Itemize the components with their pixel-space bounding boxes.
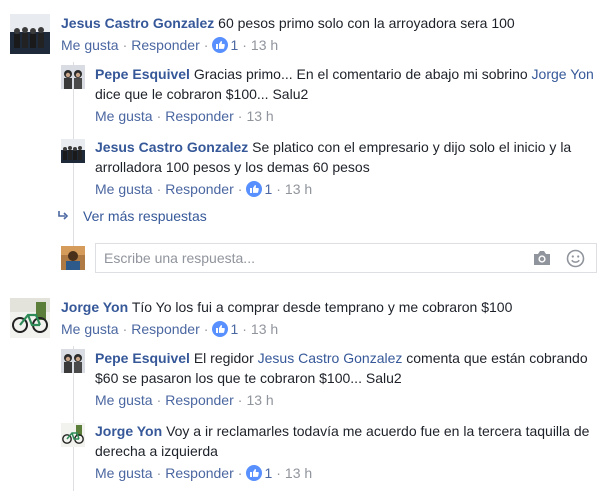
mention-link[interactable]: Jesus Castro Gonzalez [258,350,403,366]
reply-button[interactable]: Responder [165,465,234,481]
camera-icon[interactable] [532,250,552,269]
separator-dot: · [156,181,162,197]
comment-body: dice que le cobraron $100... Salu2 [95,86,309,102]
comment-actions: Me gusta · Responder · 1 · 13 h [95,465,312,481]
like-button[interactable]: Me gusta [95,108,153,124]
comment-actions: Me gusta · Responder · 13 h [95,108,274,124]
separator-dot: · [122,321,128,337]
like-button[interactable]: Me gusta [61,321,119,337]
separator-dot: · [156,392,162,408]
person-avatar-icon [61,246,85,270]
comment-body: 60 pesos primo solo con la arroyadora se… [218,15,515,31]
reply-button[interactable]: Responder [165,181,234,197]
like-count[interactable]: 1 [264,181,272,197]
timestamp[interactable]: 13 h [246,392,273,408]
separator-dot: · [276,181,281,197]
like-count[interactable]: 1 [230,321,238,337]
comment-text: Pepe Esquivel El regidor Jesus Castro Go… [95,348,595,388]
separator-dot: · [203,321,209,337]
timestamp[interactable]: 13 h [246,108,273,124]
comment-body: Gracias primo... En el comentario de aba… [193,66,532,82]
comment-body: Tío Yo los fui a comprar desde temprano … [131,299,513,315]
reply-button[interactable]: Responder [131,321,200,337]
group-photo-avatar-icon [10,14,50,54]
current-user-avatar [61,246,85,270]
reply-arrow-icon [57,208,69,224]
avatar[interactable] [10,298,50,338]
comment-actions: Me gusta · Responder · 13 h [95,392,274,408]
separator-dot: · [237,392,243,408]
comment-author[interactable]: Pepe Esquivel [95,350,190,366]
avatar[interactable] [10,14,50,54]
comment-text: Jesus Castro Gonzalez 60 pesos primo sol… [61,13,596,33]
separator-dot: · [242,321,247,337]
thread-line [73,62,74,270]
separator-dot: · [156,108,162,124]
reply-input-placeholder: Escribe una respuesta... [104,250,255,266]
thumbs-up-icon[interactable] [212,321,229,337]
separator-dot: · [276,465,281,481]
comment-author[interactable]: Jesus Castro Gonzalez [61,15,214,31]
comment-author[interactable]: Jorge Yon [61,299,128,315]
separator-dot: · [237,465,243,481]
comment-author[interactable]: Pepe Esquivel [95,66,190,82]
emoji-icon[interactable] [566,249,585,271]
separator-dot: · [237,108,243,124]
comment-text: Jesus Castro Gonzalez Se platico con el … [95,137,595,177]
thumbs-up-icon[interactable] [246,181,263,197]
group-photo-avatar-icon [61,139,85,163]
mention-link[interactable]: Jorge Yon [532,66,594,82]
comment-text: Jorge Yon Tío Yo los fui a comprar desde… [61,297,596,317]
timestamp[interactable]: 13 h [285,465,312,481]
comment-author[interactable]: Jesus Castro Gonzalez [95,139,248,155]
comment-text: Jorge Yon Voy a ir reclamarles todavía m… [95,421,595,461]
avatar[interactable] [61,65,85,89]
reply-input[interactable]: Escribe una respuesta... [95,243,597,273]
like-button[interactable]: Me gusta [95,181,153,197]
timestamp[interactable]: 13 h [251,37,278,53]
reply-button[interactable]: Responder [165,108,234,124]
reply-button[interactable]: Responder [165,392,234,408]
separator-dot: · [237,181,243,197]
bicycle-avatar-icon [61,423,85,447]
timestamp[interactable]: 13 h [285,181,312,197]
two-people-avatar-icon [61,349,85,373]
comment-actions: Me gusta · Responder · 1 · 13 h [61,37,278,53]
avatar[interactable] [61,349,85,373]
like-count[interactable]: 1 [230,37,238,53]
comment-body: El regidor [193,350,258,366]
comment-body: Voy a ir reclamarles todavía me acuerdo … [95,423,590,459]
separator-dot: · [122,37,128,53]
timestamp[interactable]: 13 h [251,321,278,337]
view-more-replies-label[interactable]: Ver más respuestas [83,208,207,224]
comment-text: Pepe Esquivel Gracias primo... En el com… [95,64,595,104]
comment-actions: Me gusta · Responder · 1 · 13 h [95,181,312,197]
separator-dot: · [156,465,162,481]
like-button[interactable]: Me gusta [95,392,153,408]
view-more-replies-link[interactable]: Ver más respuestas [57,208,207,224]
reply-button[interactable]: Responder [131,37,200,53]
separator-dot: · [203,37,209,53]
thumbs-up-icon[interactable] [246,465,263,481]
like-button[interactable]: Me gusta [61,37,119,53]
comment-author[interactable]: Jorge Yon [95,423,162,439]
thumbs-up-icon[interactable] [212,37,229,53]
bicycle-avatar-icon [10,298,50,338]
avatar[interactable] [61,423,85,447]
two-people-avatar-icon [61,65,85,89]
like-button[interactable]: Me gusta [95,465,153,481]
separator-dot: · [242,37,247,53]
comment-actions: Me gusta · Responder · 1 · 13 h [61,321,278,337]
avatar[interactable] [61,139,85,163]
like-count[interactable]: 1 [264,465,272,481]
